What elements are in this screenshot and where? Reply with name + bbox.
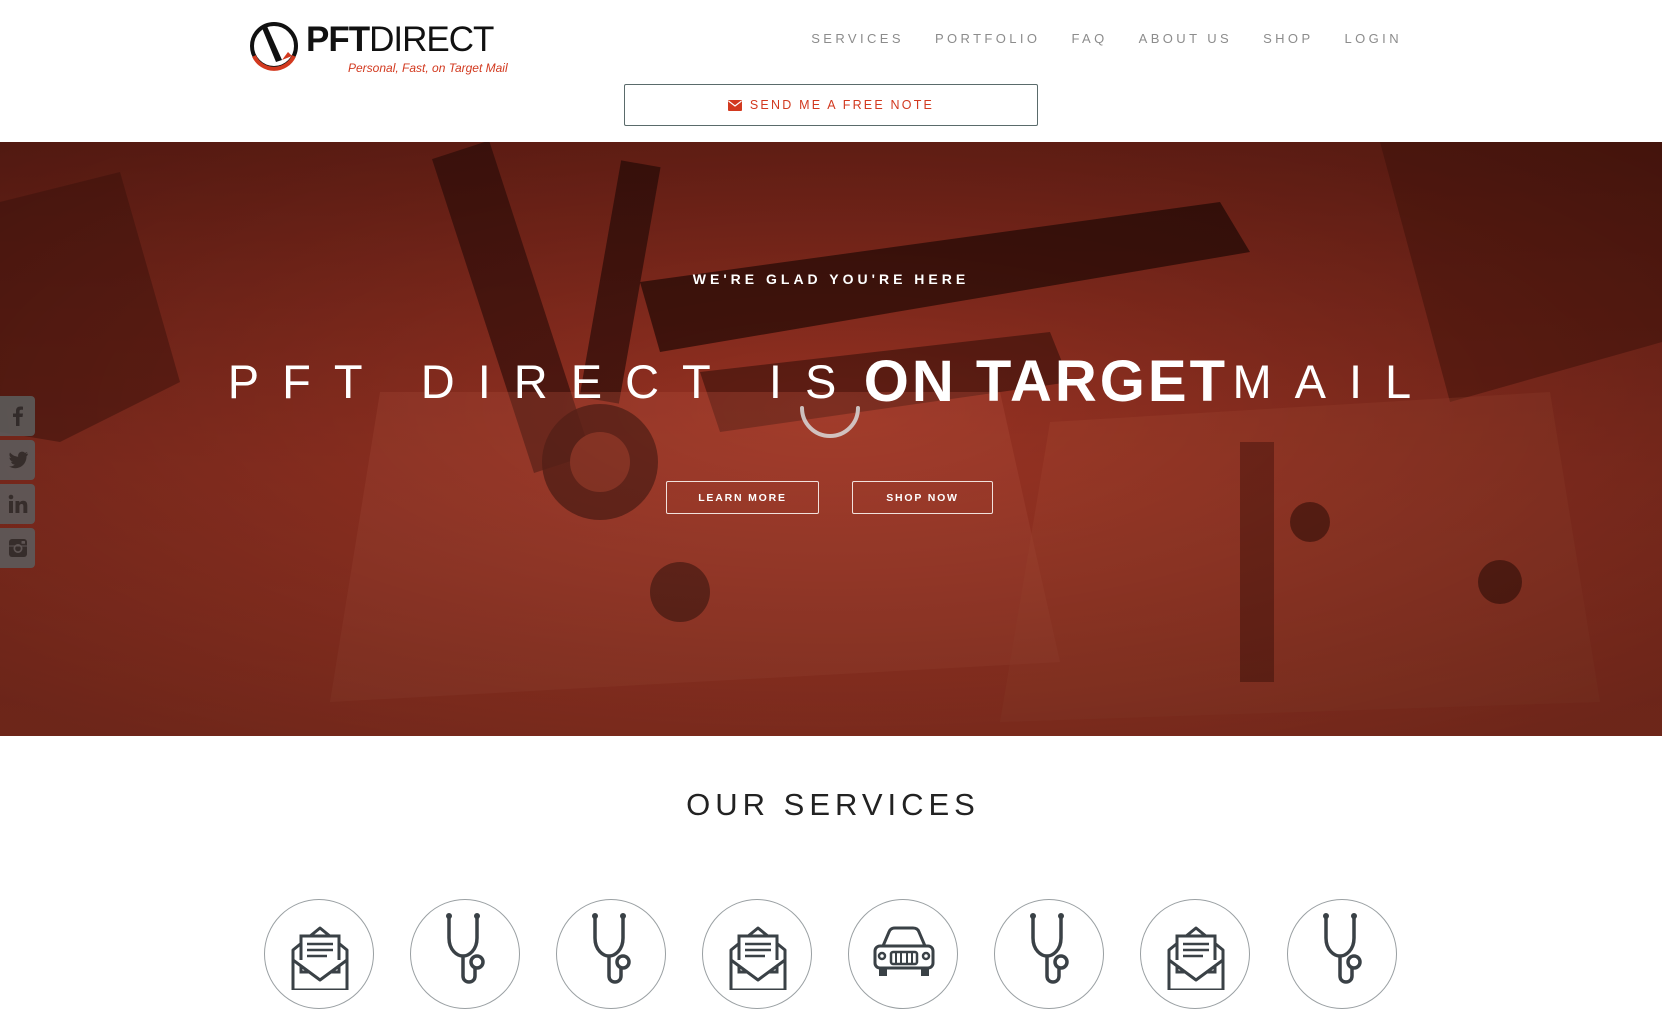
- service-item-8[interactable]: [1287, 899, 1397, 1009]
- service-item-6[interactable]: [994, 899, 1104, 1009]
- hero-kicker: WE'RE GLAD YOU'RE HERE: [692, 271, 970, 287]
- twitter-icon: [8, 451, 28, 469]
- send-free-note-label: SEND ME A FREE NOTE: [749, 98, 935, 112]
- social-twitter-link[interactable]: [0, 440, 35, 480]
- stethoscope-icon: [592, 913, 631, 984]
- brand-logo[interactable]: PFTDIRECT Personal, Fast, on Target Mail: [248, 14, 508, 76]
- site-header: PFTDIRECT Personal, Fast, on Target Mail…: [0, 0, 1666, 142]
- service-item-2[interactable]: [410, 899, 520, 1009]
- services-heading: OUR SERVICES: [686, 787, 980, 822]
- hero-headline-part2: MAIL: [1232, 355, 1435, 408]
- logo-name-regular: DIRECT: [369, 20, 494, 59]
- logo-name-bold: PFT: [306, 20, 370, 59]
- linkedin-icon: [8, 494, 27, 513]
- nav-item-about-us[interactable]: ABOUT US: [1139, 31, 1232, 46]
- envelope-letter-icon: [729, 926, 787, 990]
- nav-item-login[interactable]: LOGIN: [1345, 31, 1402, 46]
- car-icon: [873, 926, 935, 976]
- envelope-letter-icon: [291, 926, 349, 990]
- stethoscope-icon: [446, 913, 485, 984]
- logo-mark-icon: [250, 22, 298, 71]
- facebook-icon: [12, 406, 23, 426]
- service-item-3[interactable]: [556, 899, 666, 1009]
- nav-item-services[interactable]: SERVICES: [811, 31, 904, 46]
- loading-spinner-icon: [800, 406, 860, 438]
- service-item-7[interactable]: [1140, 899, 1250, 1009]
- service-item-1[interactable]: [264, 899, 374, 1009]
- stethoscope-icon: [1323, 913, 1362, 984]
- social-instagram-link[interactable]: [0, 528, 35, 568]
- nav-item-shop[interactable]: SHOP: [1263, 31, 1313, 46]
- social-linkedin-link[interactable]: [0, 484, 35, 524]
- service-item-5[interactable]: [848, 899, 958, 1009]
- hero-section: WE'RE GLAD YOU'RE HERE PFT DIRECT IS ON …: [0, 142, 1662, 736]
- instagram-icon: [8, 539, 27, 557]
- stethoscope-icon: [1030, 913, 1069, 984]
- envelope-icon: [727, 99, 742, 111]
- envelope-letter-icon: [1167, 926, 1225, 990]
- nav-item-faq[interactable]: FAQ: [1071, 31, 1107, 46]
- send-free-note-button[interactable]: SEND ME A FREE NOTE: [624, 84, 1038, 126]
- main-nav: SERVICES PORTFOLIO FAQ ABOUT US SHOP LOG…: [780, 31, 1402, 46]
- logo-tagline: Personal, Fast, on Target Mail: [348, 61, 508, 75]
- social-sidebar: [0, 396, 35, 572]
- learn-more-button[interactable]: LEARN MORE: [666, 481, 819, 514]
- shop-now-button[interactable]: SHOP NOW: [852, 481, 993, 514]
- service-item-4[interactable]: [702, 899, 812, 1009]
- logo-wordmark: PFTDIRECT: [306, 20, 494, 59]
- social-facebook-link[interactable]: [0, 396, 35, 436]
- nav-item-portfolio[interactable]: PORTFOLIO: [935, 31, 1040, 46]
- hero-headline-part1: PFT DIRECT IS: [227, 355, 860, 408]
- hero-headline-emphasis: ON TARGET: [863, 349, 1229, 414]
